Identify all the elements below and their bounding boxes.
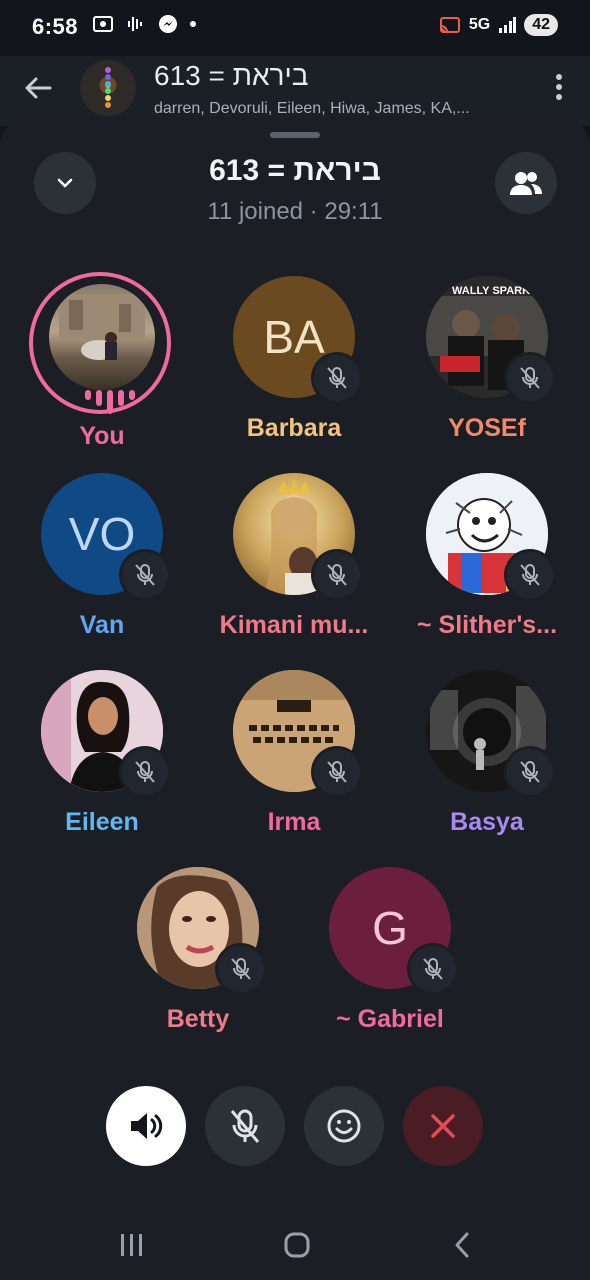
participant-name: You (79, 422, 125, 450)
muted-badge (311, 746, 363, 798)
leave-call-button[interactable] (403, 1086, 483, 1166)
battery-indicator: 42 (524, 14, 558, 36)
participant-tile[interactable]: Eileen (12, 670, 192, 837)
more-options-button[interactable] (554, 72, 564, 102)
participant-name: Barbara (246, 414, 342, 442)
mic-off-icon (423, 958, 443, 980)
speaking-wave-icon (85, 390, 135, 414)
status-bar: 6:58 5G 42 (0, 0, 590, 56)
back-button[interactable] (22, 72, 54, 104)
speaker-icon (131, 1113, 163, 1139)
participants-button[interactable] (495, 152, 557, 214)
participant-tile[interactable]: ~ Slither's... (397, 473, 577, 640)
profile-photo (59, 294, 145, 360)
participant-tile[interactable]: G ~ Gabriel (300, 867, 480, 1034)
more-vertical-icon (556, 74, 562, 100)
avatar-initials: G (372, 902, 408, 954)
avatar-initials: VO (68, 508, 136, 560)
mic-off-icon (135, 761, 155, 783)
signal-icon (499, 17, 517, 33)
messenger-icon (159, 15, 177, 33)
mic-off-icon (231, 958, 251, 980)
smile-icon (327, 1109, 361, 1143)
participant-tile[interactable]: You (12, 272, 192, 451)
participant-name: ~ Slither's... (416, 611, 558, 639)
reaction-button[interactable] (304, 1086, 384, 1166)
voice-wave-icon (128, 17, 142, 31)
network-label: 5G (468, 16, 491, 33)
chat-header: ביראת = 613 darren, Devoruli, Eileen, Hi… (0, 56, 590, 126)
participant-tile[interactable]: Kimani mu... (204, 473, 384, 640)
participant-name: Eileen (65, 808, 139, 836)
participant-tile[interactable]: Basya (397, 670, 577, 837)
participant-name: Betty (166, 1005, 230, 1033)
chevron-left-icon (455, 1232, 469, 1258)
drag-handle[interactable] (270, 132, 320, 138)
muted-badge (311, 352, 363, 404)
screen-record-icon (93, 16, 113, 32)
muted-badge (407, 943, 459, 995)
home-icon (284, 1232, 310, 1258)
recents-icon (121, 1234, 142, 1256)
mic-off-icon (327, 564, 347, 586)
participant-name: Kimani mu... (219, 611, 369, 639)
participant-name: Basya (450, 808, 524, 836)
arrow-left-icon (25, 77, 52, 99)
svg-text:WALLY SPARKS: WALLY SPARKS (452, 285, 537, 297)
speaker-button[interactable] (106, 1086, 186, 1166)
notification-icons (92, 14, 196, 34)
mic-off-icon (520, 367, 540, 389)
participant-name: Irma (267, 808, 321, 836)
cast-icon (439, 17, 460, 33)
recent-apps-button[interactable] (112, 1230, 152, 1260)
muted-badge (119, 746, 171, 798)
avatar (49, 284, 155, 390)
close-icon (431, 1114, 455, 1138)
muted-badge (215, 943, 267, 995)
mic-off-icon (135, 564, 155, 586)
avatar-initials: BA (263, 311, 325, 363)
chat-members: darren, Devoruli, Eileen, Hiwa, James, K… (154, 100, 470, 117)
status-right: 5G 42 (439, 14, 558, 36)
dot-icon (190, 21, 196, 27)
muted-badge (504, 352, 556, 404)
muted-badge (504, 746, 556, 798)
mic-off-icon (520, 761, 540, 783)
mute-button[interactable] (205, 1086, 285, 1166)
status-time: 6:58 (32, 14, 79, 39)
chakra-image (105, 67, 111, 108)
back-nav-button[interactable] (442, 1230, 482, 1260)
participant-name: YOSEf (448, 414, 526, 442)
participant-tile[interactable]: Betty (108, 867, 288, 1034)
home-button[interactable] (277, 1230, 317, 1260)
mic-off-icon (230, 1109, 260, 1143)
mic-off-icon (327, 761, 347, 783)
muted-badge (119, 549, 171, 601)
participant-tile[interactable]: VO Van (12, 473, 192, 640)
people-icon (510, 172, 542, 195)
muted-badge (504, 549, 556, 601)
call-controls (106, 1086, 483, 1166)
mic-off-icon (520, 564, 540, 586)
group-avatar[interactable] (80, 60, 136, 116)
system-navigation-bar (0, 1210, 590, 1280)
participant-name: ~ Gabriel (336, 1005, 444, 1033)
chat-title[interactable]: ביראת = 613 (154, 60, 309, 92)
participant-tile[interactable]: WALLY SPARKS YOSEf (397, 276, 577, 443)
participant-tile[interactable]: Irma (204, 670, 384, 837)
participant-tile[interactable]: BA Barbara (204, 276, 384, 443)
mic-off-icon (327, 367, 347, 389)
participant-name: Van (79, 611, 125, 639)
muted-badge (311, 549, 363, 601)
